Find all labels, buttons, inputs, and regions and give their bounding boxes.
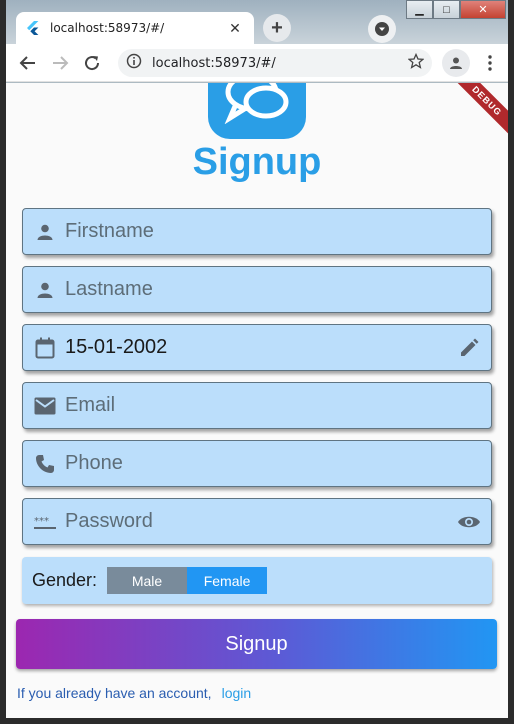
svg-text:***: ***	[34, 516, 49, 527]
browser-toolbar: localhost:58973/#/	[6, 44, 508, 82]
eye-icon[interactable]	[457, 510, 481, 534]
login-link[interactable]: login	[222, 685, 252, 701]
forward-arrow-icon[interactable]	[44, 47, 76, 79]
person-icon	[33, 220, 57, 244]
profile-avatar-icon[interactable]	[442, 49, 470, 77]
password-icon: ***	[33, 510, 57, 534]
footer: If you already have an account, login	[17, 685, 251, 701]
address-bar[interactable]: localhost:58973/#/	[118, 49, 432, 77]
lastname-placeholder: Lastname	[65, 278, 153, 300]
password-field[interactable]: *** Password	[22, 498, 492, 545]
email-field[interactable]: Email	[22, 382, 492, 429]
window-controls: ▁ □ ✕	[406, 0, 506, 20]
chat-logo-icon	[208, 83, 306, 139]
tab-title: localhost:58973/#/	[50, 21, 165, 35]
dob-value: 15-01-2002	[65, 336, 168, 358]
gender-option-female[interactable]: Female	[187, 567, 268, 594]
gender-row: Gender: Male Female	[22, 557, 492, 604]
mail-icon	[33, 394, 57, 418]
kebab-menu-icon[interactable]	[478, 49, 502, 77]
phone-icon	[33, 452, 57, 476]
debug-banner: DEBUG	[449, 83, 508, 139]
app-viewport: DEBUG Signup Firstname Lastname 15-01-20…	[6, 83, 508, 718]
tab-close-icon[interactable]: ✕	[226, 19, 244, 37]
phone-field[interactable]: Phone	[22, 440, 492, 487]
dob-field[interactable]: 15-01-2002	[22, 324, 492, 371]
new-tab-button[interactable]: +	[263, 14, 291, 42]
calendar-icon	[33, 336, 57, 360]
maximize-button[interactable]: □	[433, 0, 460, 19]
lastname-field[interactable]: Lastname	[22, 266, 492, 313]
password-placeholder: Password	[65, 510, 153, 532]
email-placeholder: Email	[65, 394, 116, 416]
edit-pencil-icon[interactable]	[457, 336, 481, 360]
signup-button[interactable]: Signup	[16, 619, 497, 669]
site-info-icon[interactable]	[126, 53, 142, 74]
browser-titlebar: localhost:58973/#/ ✕ + ▁ □ ✕	[0, 0, 514, 44]
browser-tab[interactable]: localhost:58973/#/ ✕	[16, 12, 254, 44]
flutter-favicon-icon	[26, 21, 40, 35]
reload-icon[interactable]	[76, 47, 108, 79]
tab-search-dropdown-icon[interactable]	[368, 15, 396, 43]
footer-text: If you already have an account,	[17, 685, 212, 701]
bookmark-star-icon[interactable]	[407, 52, 425, 74]
firstname-placeholder: Firstname	[65, 220, 154, 242]
gender-option-male[interactable]: Male	[107, 567, 188, 594]
phone-placeholder: Phone	[65, 452, 123, 474]
close-window-button[interactable]: ✕	[460, 0, 506, 19]
minimize-button[interactable]: ▁	[406, 0, 433, 19]
page-title: Signup	[192, 141, 322, 183]
url-text: localhost:58973/#/	[152, 55, 276, 71]
gender-label: Gender:	[32, 570, 98, 590]
person-icon	[33, 278, 57, 302]
back-arrow-icon[interactable]	[12, 47, 44, 79]
firstname-field[interactable]: Firstname	[22, 208, 492, 255]
